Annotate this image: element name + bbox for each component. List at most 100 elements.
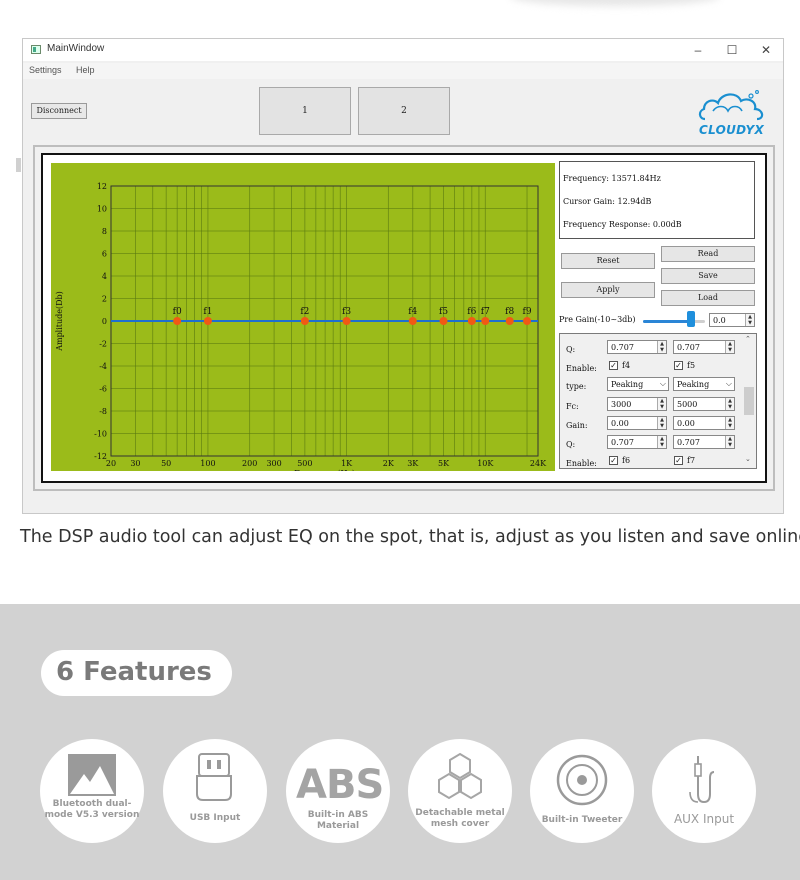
filter-point-f5[interactable]: [439, 317, 448, 325]
gain-value: 0.00: [611, 419, 629, 428]
enable-checkbox-f5[interactable]: ✓: [674, 361, 683, 370]
fc-field-f5[interactable]: 5000 ▲ ▼: [673, 397, 735, 411]
channel-1-button[interactable]: 1: [259, 87, 351, 135]
spin-arrows-icon[interactable]: ▲ ▼: [725, 341, 734, 353]
scroll-up-icon[interactable]: ⌃: [745, 335, 751, 343]
disconnect-button[interactable]: Disconnect: [31, 103, 87, 119]
abs-text-icon: ABS: [296, 762, 384, 808]
spin-arrows-icon[interactable]: ▲ ▼: [657, 417, 666, 429]
filter-label-f5: f5: [439, 307, 448, 317]
x-tick-label: 300: [266, 459, 281, 468]
feature-label: USB Input: [189, 813, 241, 823]
y-tick-label: -6: [99, 385, 107, 394]
spin-arrows-icon[interactable]: ▲ ▼: [745, 314, 754, 326]
scroll-down-icon[interactable]: ⌄: [745, 455, 751, 463]
y-tick-label: 8: [102, 227, 107, 236]
fc-value: 5000: [677, 400, 698, 409]
title-bar: MainWindow – ☐ ✕: [23, 39, 783, 61]
hexagon-mesh-icon: [438, 752, 482, 800]
type-select-f5[interactable]: Peaking ⌵: [673, 377, 735, 391]
eq-chart[interactable]: 121086420-2-4-6-8-10-1220 30 50 100 200 300 50…: [51, 163, 555, 471]
filter-label-f0: f0: [173, 307, 182, 317]
gain-field-f4[interactable]: 0.00 ▲ ▼: [607, 416, 667, 430]
filter-label-f7: f7: [481, 307, 490, 317]
gain-field-f5[interactable]: 0.00 ▲ ▼: [673, 416, 735, 430]
menu-settings[interactable]: Settings: [29, 65, 62, 75]
q-field-f7[interactable]: 0.707 ▲ ▼: [673, 435, 735, 449]
spin-arrows-icon[interactable]: ▲ ▼: [725, 417, 734, 429]
enable-checkbox-f6[interactable]: ✓: [609, 456, 618, 465]
feature-label: AUX Input: [673, 812, 735, 826]
readout-panel: Frequency: 13571.84Hz Cursor Gain: 12.94…: [559, 161, 755, 239]
filter-point-f8[interactable]: [505, 317, 514, 325]
read-button[interactable]: Read: [661, 246, 755, 262]
filter-label-f4: f4: [408, 307, 417, 317]
q-field-f4[interactable]: 0.707 ▲ ▼: [607, 340, 667, 354]
q-value: 0.707: [677, 438, 700, 447]
feature-label: Built-in ABS Material: [307, 810, 369, 831]
reset-button[interactable]: Reset: [561, 253, 655, 269]
minimize-button[interactable]: –: [683, 41, 713, 59]
frequency-readout: Frequency: 13571.84Hz: [563, 174, 661, 183]
spin-arrows-icon[interactable]: ▲ ▼: [725, 398, 734, 410]
fc-field-f4[interactable]: 3000 ▲ ▼: [607, 397, 667, 411]
x-tick-label: 500: [297, 459, 312, 468]
pregain-value: 0.0: [713, 316, 726, 325]
x-tick-label: 1K: [341, 459, 353, 468]
gain-label: Gain:: [566, 421, 588, 430]
type-label: type:: [566, 382, 587, 391]
channel-2-button[interactable]: 2: [358, 87, 450, 135]
enable-checkbox-f4[interactable]: ✓: [609, 361, 618, 370]
spin-arrows-icon[interactable]: ▲ ▼: [657, 341, 666, 353]
load-button[interactable]: Load: [661, 290, 755, 306]
filter-point-f0[interactable]: [173, 317, 182, 325]
pregain-spinbox[interactable]: 0.0 ▲ ▼: [709, 313, 755, 327]
spin-arrows-icon[interactable]: ▲ ▼: [725, 436, 734, 448]
close-button[interactable]: ✕: [751, 41, 781, 59]
filter-point-f1[interactable]: [203, 317, 212, 325]
feature-label: Detachable metal mesh cover: [415, 808, 505, 829]
enable-checkbox-f7[interactable]: ✓: [674, 456, 683, 465]
filter-point-f9[interactable]: [523, 317, 532, 325]
usb-icon: [196, 753, 232, 801]
x-tick-label: 200: [242, 459, 257, 468]
y-tick-label: -8: [99, 407, 107, 416]
spin-arrows-icon[interactable]: ▲ ▼: [657, 436, 666, 448]
menu-help[interactable]: Help: [76, 65, 95, 75]
q-label: Q:: [566, 345, 576, 354]
x-tick-label: 30: [130, 459, 140, 468]
pregain-slider-fill: [643, 320, 691, 323]
save-button[interactable]: Save: [661, 268, 755, 284]
q-field-f5[interactable]: 0.707 ▲ ▼: [673, 340, 735, 354]
filter-point-f4[interactable]: [408, 317, 417, 325]
pregain-slider-thumb[interactable]: [686, 311, 695, 327]
cursor-gain-readout: Cursor Gain: 12.94dB: [563, 197, 652, 206]
filter-label-f3: f3: [342, 307, 351, 317]
filter-label-f9: f9: [522, 307, 531, 317]
params-scrollbar[interactable]: ⌃ ⌄: [743, 335, 755, 467]
enable-label: Enable:: [566, 459, 597, 468]
apply-button[interactable]: Apply: [561, 282, 655, 298]
y-tick-label: -10: [94, 430, 107, 439]
filter-point-f6[interactable]: [467, 317, 476, 325]
type-select-f4[interactable]: Peaking ⌵: [607, 377, 669, 391]
q-field-f6[interactable]: 0.707 ▲ ▼: [607, 435, 667, 449]
filter-label-f8: f8: [505, 307, 514, 317]
filter-point-f3[interactable]: [342, 317, 351, 325]
filter-point-f7[interactable]: [481, 317, 490, 325]
feature-label: Bluetooth dual-mode V5.3 version: [44, 799, 140, 820]
caption-text: The DSP audio tool can adjust EQ on the …: [20, 527, 800, 547]
aux-cable-icon: [689, 756, 715, 804]
filter-point-f2[interactable]: [300, 317, 309, 325]
chevron-down-icon: ⌵: [725, 379, 732, 388]
x-tick-label: 3K: [407, 459, 419, 468]
scrollbar-thumb[interactable]: [744, 387, 754, 415]
x-tick-label: 2K: [383, 459, 395, 468]
spin-arrows-icon[interactable]: ▲ ▼: [657, 398, 666, 410]
window-title: MainWindow: [47, 43, 105, 54]
maximize-button[interactable]: ☐: [717, 41, 747, 59]
enable-label: Enable:: [566, 364, 597, 373]
chevron-down-icon: ⌵: [659, 379, 666, 388]
y-tick-label: -2: [99, 340, 107, 349]
enable-label-f5: f5: [687, 361, 696, 370]
